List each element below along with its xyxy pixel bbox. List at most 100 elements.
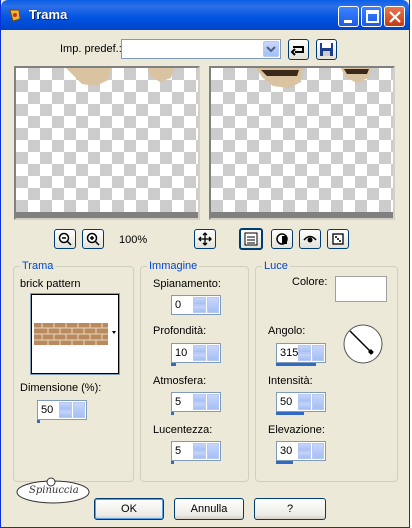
spianamento-value: 0 [175, 299, 182, 311]
spin-up-icon[interactable] [193, 443, 206, 451]
floppy-disk-icon [320, 43, 333, 56]
auto-proof-button[interactable] [299, 229, 321, 249]
spin-down-icon[interactable] [298, 402, 311, 410]
spin-down-icon[interactable] [59, 410, 72, 418]
spianamento-spinner[interactable]: 0 [171, 295, 221, 315]
chevron-down-icon[interactable] [312, 345, 324, 361]
title-bar[interactable]: Trama [1, 0, 409, 30]
spin-down-icon[interactable] [298, 451, 311, 459]
angolo-spinner[interactable]: 315 [276, 343, 326, 363]
angolo-value: 315 [280, 347, 299, 359]
annulla-button[interactable]: Annulla [174, 498, 244, 520]
angolo-spin-buttons[interactable] [298, 345, 311, 361]
spin-up-icon[interactable] [193, 345, 206, 353]
preview-scrollbar[interactable] [16, 212, 198, 218]
chevron-down-icon[interactable] [207, 394, 219, 410]
chevron-down-icon[interactable] [73, 402, 85, 418]
spin-down-icon[interactable] [193, 353, 206, 361]
spianamento-spin-buttons[interactable] [193, 297, 206, 313]
intensita-slider[interactable] [276, 412, 304, 415]
spianamento-label: Spianamento: [153, 278, 221, 290]
dimension-spinner[interactable]: 50 [37, 400, 87, 420]
lucentezza-spinner[interactable]: 5 [171, 441, 221, 461]
preset-select[interactable] [121, 39, 281, 59]
atmosfera-spin-buttons[interactable] [193, 394, 206, 410]
atmosfera-value: 5 [175, 396, 182, 408]
intensita-spinner[interactable]: 50 [276, 392, 326, 412]
ok-button[interactable]: OK [94, 498, 164, 520]
preset-label: Imp. predef.: [60, 43, 122, 55]
zoom-out-button[interactable] [54, 229, 76, 249]
colore-label: Colore: [292, 276, 328, 288]
dimension-slider[interactable] [37, 420, 40, 423]
reset-preset-button[interactable] [288, 39, 309, 60]
spin-up-icon[interactable] [298, 345, 311, 353]
pattern-swatch[interactable] [30, 293, 120, 375]
elevazione-label: Elevazione: [268, 424, 325, 436]
chevron-down-icon[interactable] [263, 41, 279, 57]
proof-icon [276, 233, 288, 245]
dimension-spin-buttons[interactable] [59, 402, 72, 418]
spin-down-icon[interactable] [193, 402, 206, 410]
lucentezza-spin-buttons[interactable] [193, 443, 206, 459]
lucentezza-label: Lucentezza: [153, 424, 213, 436]
chevron-down-icon[interactable] [207, 443, 219, 459]
help-button[interactable]: ? [254, 498, 326, 520]
spin-up-icon[interactable] [298, 443, 311, 451]
angolo-label: Angolo: [268, 325, 306, 337]
profondita-spinner[interactable]: 10 [171, 343, 221, 363]
preview-scrollbar[interactable] [211, 212, 393, 218]
elevazione-slider[interactable] [276, 461, 293, 464]
dimension-label: Dimensione (%): [20, 382, 102, 394]
angle-dial[interactable] [341, 322, 385, 366]
zoom-level: 100% [119, 234, 148, 246]
randomize-button[interactable] [327, 229, 349, 249]
intensita-value: 50 [280, 396, 293, 408]
profondita-spin-buttons[interactable] [193, 345, 206, 361]
preview-toggle-button[interactable] [239, 228, 263, 250]
intensita-spin-buttons[interactable] [298, 394, 311, 410]
chevron-down-icon[interactable] [312, 394, 324, 410]
atmosfera-label: Atmosfera: [153, 375, 207, 387]
profondita-slider[interactable] [171, 363, 176, 366]
pattern-name: brick pattern [20, 278, 81, 290]
save-preset-button[interactable] [316, 39, 337, 60]
chevron-down-icon[interactable] [312, 443, 324, 459]
angolo-slider[interactable] [276, 363, 316, 366]
spin-down-icon[interactable] [298, 353, 311, 361]
chevron-down-icon[interactable] [207, 345, 219, 361]
maximize-button[interactable] [361, 6, 382, 27]
zoom-in-button[interactable] [82, 229, 104, 249]
original-preview[interactable] [14, 66, 200, 220]
eye-icon [303, 235, 317, 243]
close-button[interactable] [384, 6, 405, 27]
result-preview[interactable] [209, 66, 395, 220]
elevazione-spinner[interactable]: 30 [276, 441, 326, 461]
dimension-value: 50 [41, 404, 54, 416]
spin-up-icon[interactable] [59, 402, 72, 410]
luce-legend: Luce [262, 260, 290, 272]
light-color-swatch[interactable] [335, 276, 387, 302]
elevazione-spin-buttons[interactable] [298, 443, 311, 459]
atmosfera-spinner[interactable]: 5 [171, 392, 221, 412]
minimize-button[interactable] [338, 6, 359, 27]
spin-down-icon[interactable] [193, 305, 206, 313]
original-image [66, 68, 174, 86]
elevazione-value: 30 [280, 445, 293, 457]
spin-up-icon[interactable] [193, 297, 206, 305]
chevron-down-icon[interactable] [207, 297, 219, 313]
intensita-label: Intensità: [268, 375, 313, 387]
proof-button[interactable] [271, 229, 293, 249]
profondita-value: 10 [175, 347, 188, 359]
result-image [256, 68, 371, 88]
spin-up-icon[interactable] [193, 394, 206, 402]
trama-legend: Trama [20, 260, 56, 272]
atmosfera-slider[interactable] [171, 412, 174, 415]
zoom-out-icon [58, 232, 72, 246]
zoom-in-icon [86, 232, 100, 246]
pan-button[interactable] [194, 229, 216, 249]
window-title: Trama [29, 7, 68, 22]
spin-up-icon[interactable] [298, 394, 311, 402]
lucentezza-slider[interactable] [171, 461, 174, 464]
spin-down-icon[interactable] [193, 451, 206, 459]
